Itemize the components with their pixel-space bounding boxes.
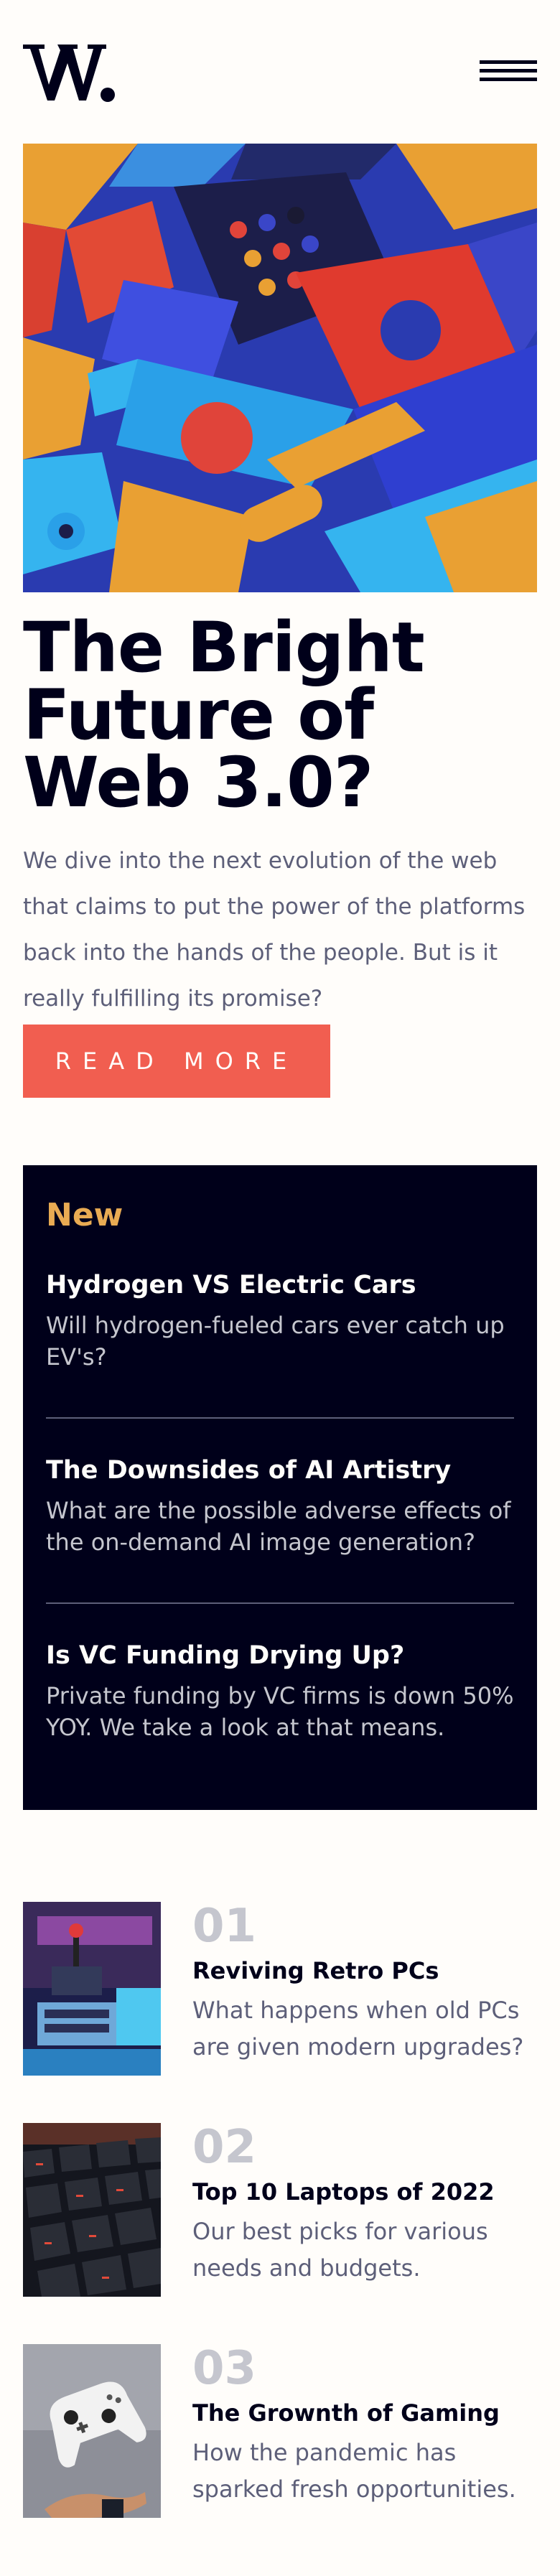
- game-controller-image[interactable]: [23, 2344, 161, 2518]
- article-number: 01: [192, 1900, 257, 1953]
- menu-bar: [480, 78, 537, 81]
- page: The Bright Future of Web 3.0? We dive in…: [23, 0, 537, 2565]
- article-item[interactable]: 02 Top 10 Laptops of 2022 Our best picks…: [23, 2123, 537, 2297]
- article-title[interactable]: Reviving Retro PCs: [192, 1955, 537, 1987]
- article-description: What happens when old PCs are given mode…: [192, 1997, 524, 2061]
- article-description: Our best picks for various needs and bud…: [192, 2218, 488, 2282]
- hero-image: [23, 144, 537, 592]
- new-item-description: Private funding by VC firms is down 50% …: [46, 1682, 514, 1741]
- article-item[interactable]: 01 Reviving Retro PCs What happens when …: [23, 1902, 537, 2076]
- new-item-description: Will hydrogen-fueled cars ever catch up …: [46, 1312, 505, 1371]
- article-text: 02 Top 10 Laptops of 2022 Our best picks…: [192, 2123, 537, 2287]
- new-item[interactable]: The Downsides of AI Artistry What are th…: [46, 1419, 514, 1558]
- new-item-description: What are the possible adverse effects of…: [46, 1497, 511, 1556]
- article-number: 02: [192, 2121, 257, 2174]
- hero-title: The Bright Future of Web 3.0?: [23, 607, 425, 823]
- hero-description: We dive into the next evolution of the w…: [23, 848, 526, 1012]
- logo[interactable]: [23, 43, 116, 102]
- new-item-title[interactable]: The Downsides of AI Artistry: [46, 1455, 514, 1486]
- article-title[interactable]: Top 10 Laptops of 2022: [192, 2176, 537, 2208]
- new-item-title[interactable]: Is VC Funding Drying Up?: [46, 1640, 514, 1671]
- new-heading: New: [46, 1197, 123, 1233]
- header: [23, 0, 537, 144]
- read-more-button[interactable]: READ MORE: [23, 1025, 330, 1098]
- hamburger-menu-icon[interactable]: [480, 60, 537, 86]
- new-item[interactable]: Is VC Funding Drying Up? Private funding…: [46, 1604, 514, 1743]
- laptop-keyboard-image[interactable]: [23, 2123, 161, 2297]
- new-item-title[interactable]: Hydrogen VS Electric Cars: [46, 1269, 514, 1301]
- article-text: 01 Reviving Retro PCs What happens when …: [192, 1902, 537, 2066]
- retro-pc-image[interactable]: [23, 1902, 161, 2076]
- article-item[interactable]: 03 The Grownth of Gaming How the pandemi…: [23, 2344, 537, 2518]
- new-panel: New Hydrogen VS Electric Cars Will hydro…: [23, 1165, 537, 1810]
- article-list: 01 Reviving Retro PCs What happens when …: [23, 1902, 537, 2518]
- menu-bar: [480, 69, 537, 73]
- article-text: 03 The Grownth of Gaming How the pandemi…: [192, 2344, 537, 2508]
- article-description: How the pandemic has sparked fresh oppor…: [192, 2439, 516, 2503]
- new-item[interactable]: Hydrogen VS Electric Cars Will hydrogen-…: [46, 1233, 514, 1373]
- article-number: 03: [192, 2342, 257, 2395]
- article-title[interactable]: The Grownth of Gaming: [192, 2397, 537, 2429]
- menu-bar: [480, 60, 537, 64]
